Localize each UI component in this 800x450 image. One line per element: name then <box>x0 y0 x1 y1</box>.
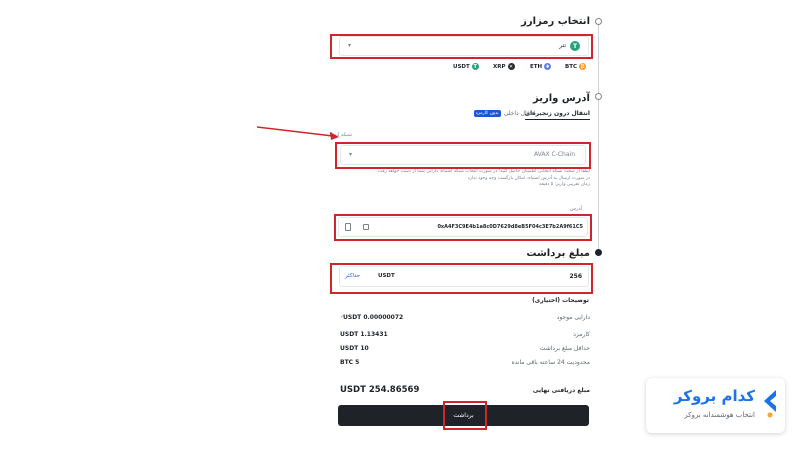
watermark-brand-name: کدام بروکر <box>673 387 755 405</box>
min-withdraw-label: حداقل مبلغ برداشت <box>539 345 590 352</box>
xrp-icon: ✕ <box>507 63 515 70</box>
no-fee-badge: بدون کارمزد <box>473 110 501 117</box>
notes-field-label[interactable]: توضیحات (اختیاری) <box>532 297 589 304</box>
step-3-indicator <box>595 249 602 256</box>
quick-coin-usdt[interactable]: USDT T <box>453 63 479 70</box>
daily-limit-value: BTC 5 <box>340 359 360 366</box>
usdt-icon: T <box>471 63 479 70</box>
quick-coin-btc[interactable]: BTC ₿ <box>565 63 586 70</box>
step-2-title: آدرس واریز <box>533 93 590 104</box>
annotation-arrow <box>256 126 339 140</box>
step-3-title: مبلغ برداشت <box>526 248 590 259</box>
final-amount-label: مبلغ دریافتی نهایی <box>532 387 590 394</box>
daily-limit-label: محدودیت 24 ساعته باقی مانده <box>511 359 590 366</box>
highlight-address-input <box>334 214 592 241</box>
network-notes: لطفاً از صحت شبکه انتخابی اطمینان حاصل ک… <box>346 169 590 195</box>
min-withdraw-value: USDT 10 <box>340 345 369 352</box>
step-2-indicator <box>595 93 602 100</box>
highlight-network-select <box>335 142 591 169</box>
final-amount-value: USDT 254.86569 <box>340 385 420 395</box>
tab-internal[interactable]: انتقال داخلی بدون کارمزد <box>473 110 535 117</box>
quick-coin-eth[interactable]: ETH ♦ <box>530 63 552 70</box>
available-balance-value: USDT 0.00000072 <box>343 314 404 321</box>
quick-coin-xrp[interactable]: XRP ✕ <box>493 63 515 70</box>
broker-logo-icon <box>764 390 776 418</box>
step-1-title: انتخاب رمزارز <box>521 16 590 27</box>
available-balance-label: دارایی موجود <box>556 314 590 321</box>
fee-value: USDT 1.13431 <box>340 331 388 338</box>
check-icon: ✓ <box>340 314 345 320</box>
eth-icon: ♦ <box>544 63 552 70</box>
watermark-tagline: انتخاب هوشمندانه بروکر <box>684 411 755 419</box>
step-1-indicator <box>595 18 602 25</box>
fee-label: کارمزد <box>573 331 590 338</box>
step-progress-line <box>598 22 599 252</box>
watermark-logo-card: کدام بروکر انتخاب هوشمندانه بروکر <box>646 378 785 433</box>
highlight-amount-input <box>330 263 593 294</box>
btc-icon: ₿ <box>578 63 586 70</box>
network-note-1: لطفاً از صحت شبکه انتخابی اطمینان حاصل ک… <box>376 169 590 174</box>
highlight-withdraw-button <box>443 401 487 430</box>
network-note-3: زمان تقریبی واریز: ۵ دقیقه <box>539 182 590 187</box>
address-label: آدرس <box>569 206 582 212</box>
highlight-coin-select <box>330 34 593 59</box>
